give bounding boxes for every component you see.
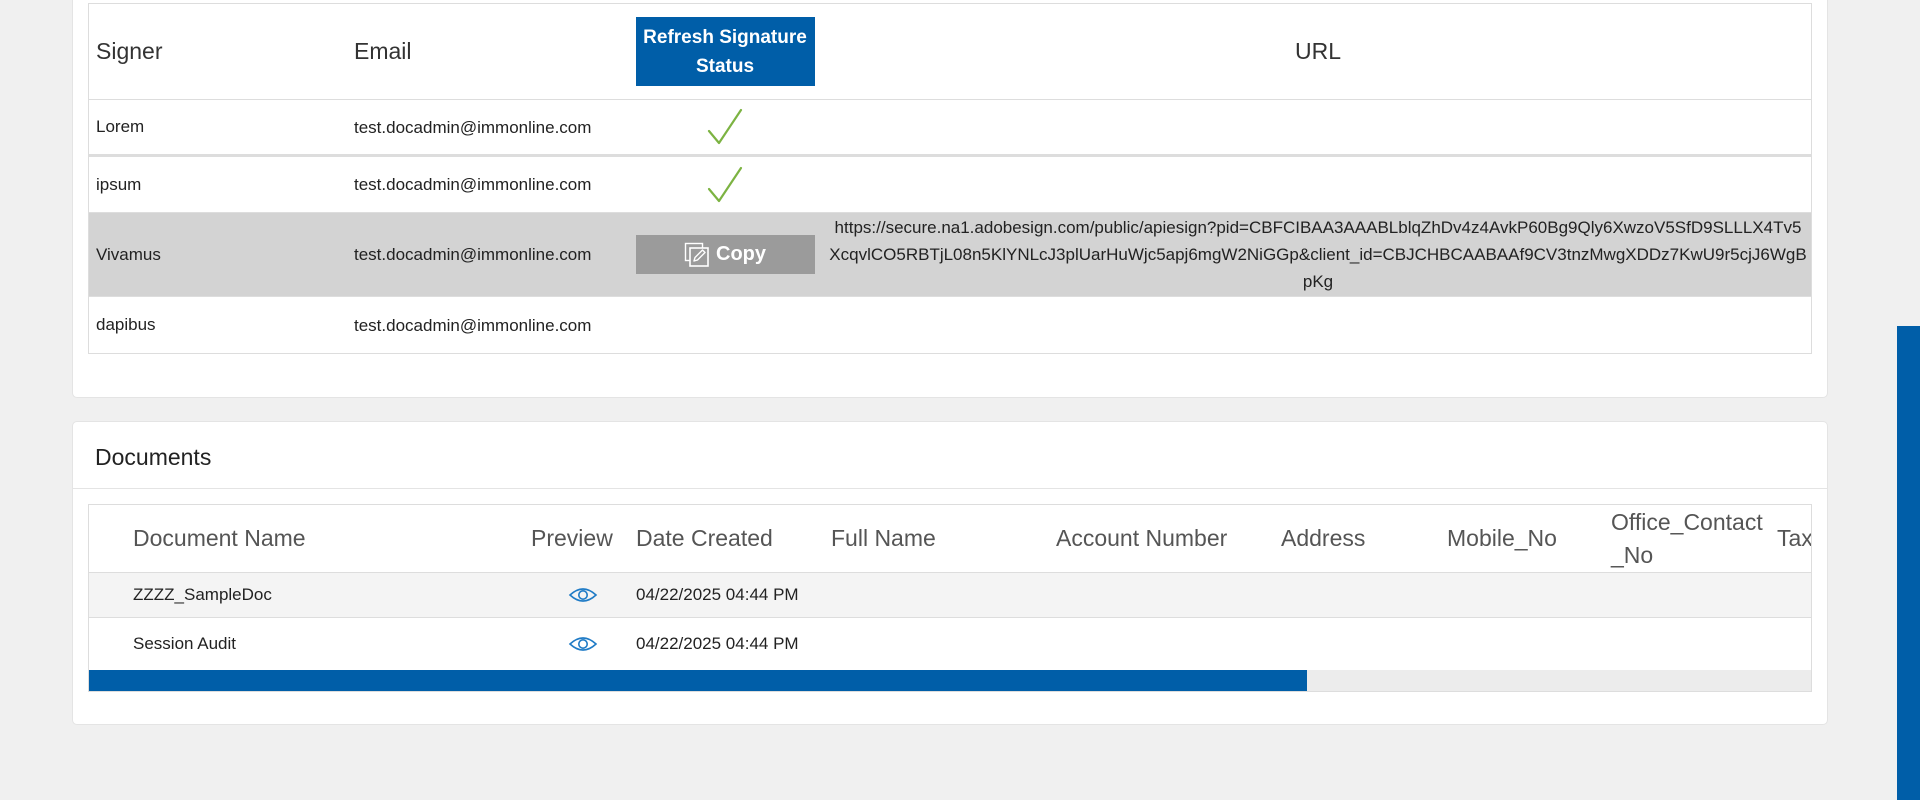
document-row[interactable]: Session Audit 04/22/2025 04:44 PM xyxy=(89,618,1811,670)
column-header-signer: Signer xyxy=(96,38,163,64)
documents-card: Documents Document Name Preview Date Cre… xyxy=(72,421,1828,725)
column-header-address[interactable]: Address xyxy=(1281,505,1365,572)
copy-url-button[interactable]: Copy xyxy=(635,235,815,274)
column-header-mobile-no[interactable]: Mobile_No xyxy=(1447,505,1557,572)
documents-table: Document Name Preview Date Created Full … xyxy=(88,504,1812,692)
copy-icon xyxy=(684,242,709,267)
refresh-signature-status-button[interactable]: Refresh Signature Status xyxy=(635,17,815,86)
column-header-account-number[interactable]: Account Number xyxy=(1056,505,1227,572)
column-header-email: Email xyxy=(354,38,412,64)
document-name: Session Audit xyxy=(133,634,237,653)
signer-row-selected: Vivamus test.docadmin@immonline.com Copy… xyxy=(89,213,1811,297)
check-icon xyxy=(707,108,743,145)
signer-row: Lorem test.docadmin@immonline.com xyxy=(89,100,1811,157)
status-column-header: Refresh Signature Status xyxy=(635,4,815,99)
documents-title: Documents xyxy=(95,444,212,470)
vertical-scrollbar-thumb[interactable] xyxy=(1897,326,1920,800)
column-header-full-name[interactable]: Full Name xyxy=(831,505,936,572)
signers-table-header: Signer Email Refresh Signature Status UR… xyxy=(89,4,1811,100)
document-row[interactable]: ZZZZ_SampleDoc 04/22/2025 04:44 PM xyxy=(89,573,1811,618)
signature-status: Copy xyxy=(635,213,815,296)
horizontal-scrollbar-thumb[interactable] xyxy=(89,670,1307,691)
document-name: ZZZZ_SampleDoc xyxy=(133,585,272,604)
signer-url xyxy=(829,100,1807,154)
date-created: 04/22/2025 04:44 PM xyxy=(636,634,799,653)
signer-name: dapibus xyxy=(96,315,156,334)
signer-name: ipsum xyxy=(96,174,142,194)
signer-url xyxy=(829,297,1807,353)
signer-url xyxy=(829,157,1807,212)
column-header-tax[interactable]: Tax xyxy=(1777,505,1811,572)
column-header-office-contact-no[interactable]: Office_Contact_No xyxy=(1611,505,1771,572)
horizontal-scrollbar[interactable] xyxy=(89,670,1811,691)
signer-email: test.docadmin@immonline.com xyxy=(354,175,592,194)
date-created: 04/22/2025 04:44 PM xyxy=(636,585,799,604)
signer-name: Vivamus xyxy=(96,244,161,264)
eye-icon[interactable] xyxy=(568,585,598,605)
signature-status xyxy=(635,100,815,154)
eye-icon[interactable] xyxy=(568,634,598,654)
signer-url: https://secure.na1.adobesign.com/public/… xyxy=(829,218,1807,291)
signature-status xyxy=(635,297,815,353)
signer-email: test.docadmin@immonline.com xyxy=(354,245,592,264)
documents-table-header: Document Name Preview Date Created Full … xyxy=(89,505,1811,573)
signer-row: ipsum test.docadmin@immonline.com xyxy=(89,157,1811,213)
signer-email: test.docadmin@immonline.com xyxy=(354,315,592,335)
signers-card: Signer Email Refresh Signature Status UR… xyxy=(72,0,1828,398)
signer-name: Lorem xyxy=(96,117,145,136)
copy-button-label: Copy xyxy=(716,243,766,265)
column-header-url: URL xyxy=(1294,38,1341,64)
preview-cell xyxy=(568,573,598,617)
divider xyxy=(73,488,1827,489)
signature-status xyxy=(635,157,815,212)
signer-email: test.docadmin@immonline.com xyxy=(354,117,592,137)
preview-cell xyxy=(568,618,598,670)
column-header-preview[interactable]: Preview xyxy=(531,505,613,572)
signers-table: Signer Email Refresh Signature Status UR… xyxy=(88,3,1812,354)
column-header-document-name[interactable]: Document Name xyxy=(133,505,306,572)
signer-row: dapibus test.docadmin@immonline.com xyxy=(89,297,1811,353)
column-header-date-created[interactable]: Date Created xyxy=(636,505,773,572)
check-icon xyxy=(707,166,743,202)
